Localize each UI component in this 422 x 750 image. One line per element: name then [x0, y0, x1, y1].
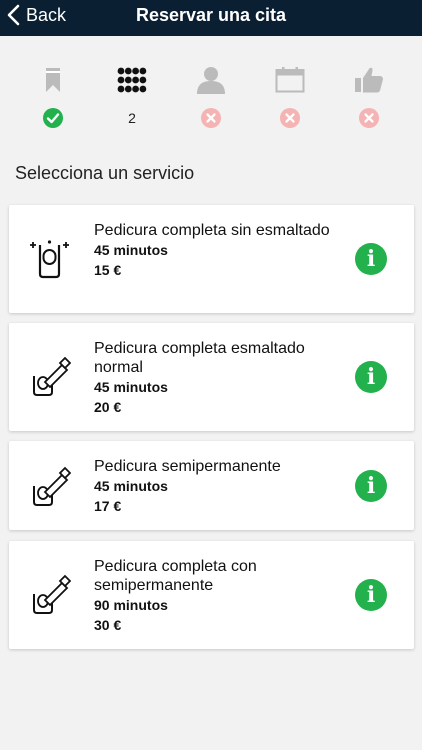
step-indicator: 2	[0, 64, 422, 134]
service-card[interactable]: Pedicura completa esmaltado normal 45 mi…	[9, 323, 414, 431]
info-icon: i	[366, 364, 376, 390]
grid-icon	[117, 64, 147, 96]
service-price: 17 €	[94, 498, 122, 514]
thumbs-up-icon	[354, 64, 384, 96]
service-name: Pedicura completa sin esmaltado	[94, 222, 330, 239]
step-service	[31, 64, 75, 134]
info-button[interactable]: i	[355, 243, 387, 275]
navigation-bar: Back Reservar una cita	[0, 0, 422, 36]
step-date	[268, 64, 312, 134]
step-options: 2	[110, 64, 154, 134]
service-name: Pedicura completa con semipermanente	[94, 558, 257, 594]
service-duration: 45 minutos	[94, 242, 168, 258]
nail-polish-icon	[29, 356, 72, 398]
nail-polish-icon	[29, 574, 72, 616]
service-price: 15 €	[94, 262, 122, 278]
calendar-icon	[275, 64, 305, 96]
info-button[interactable]: i	[355, 470, 387, 502]
service-card[interactable]: Pedicura semipermanente 45 minutos 17 € …	[9, 441, 414, 530]
page-title: Reservar una cita	[135, 5, 287, 25]
service-duration: 90 minutos	[94, 597, 168, 613]
service-name: Pedicura semipermanente	[94, 458, 281, 475]
service-card[interactable]: Pedicura completa con semipermanente 90 …	[9, 541, 414, 649]
check-icon	[43, 108, 63, 128]
info-icon: i	[366, 582, 376, 608]
step-confirm	[347, 64, 391, 134]
service-duration: 45 minutos	[94, 478, 168, 494]
info-button[interactable]: i	[355, 579, 387, 611]
service-duration: 45 minutos	[94, 379, 168, 395]
cross-icon	[201, 108, 221, 128]
section-title: Selecciona un servicio	[15, 163, 195, 183]
step-number: 2	[128, 110, 136, 126]
cross-icon	[280, 108, 300, 128]
cross-icon	[359, 108, 379, 128]
nail-polish-icon	[29, 466, 72, 508]
info-icon: i	[366, 246, 376, 272]
service-price: 20 €	[94, 399, 122, 415]
service-card[interactable]: Pedicura completa sin esmaltado 45 minut…	[9, 205, 414, 313]
step-staff	[189, 64, 233, 134]
info-button[interactable]: i	[355, 361, 387, 393]
nail-sparkle-icon	[29, 238, 71, 280]
info-icon: i	[366, 473, 376, 499]
service-price: 30 €	[94, 617, 122, 633]
person-icon	[196, 64, 226, 96]
bookmark-icon	[44, 64, 62, 96]
service-name: Pedicura completa esmaltado normal	[94, 340, 305, 376]
